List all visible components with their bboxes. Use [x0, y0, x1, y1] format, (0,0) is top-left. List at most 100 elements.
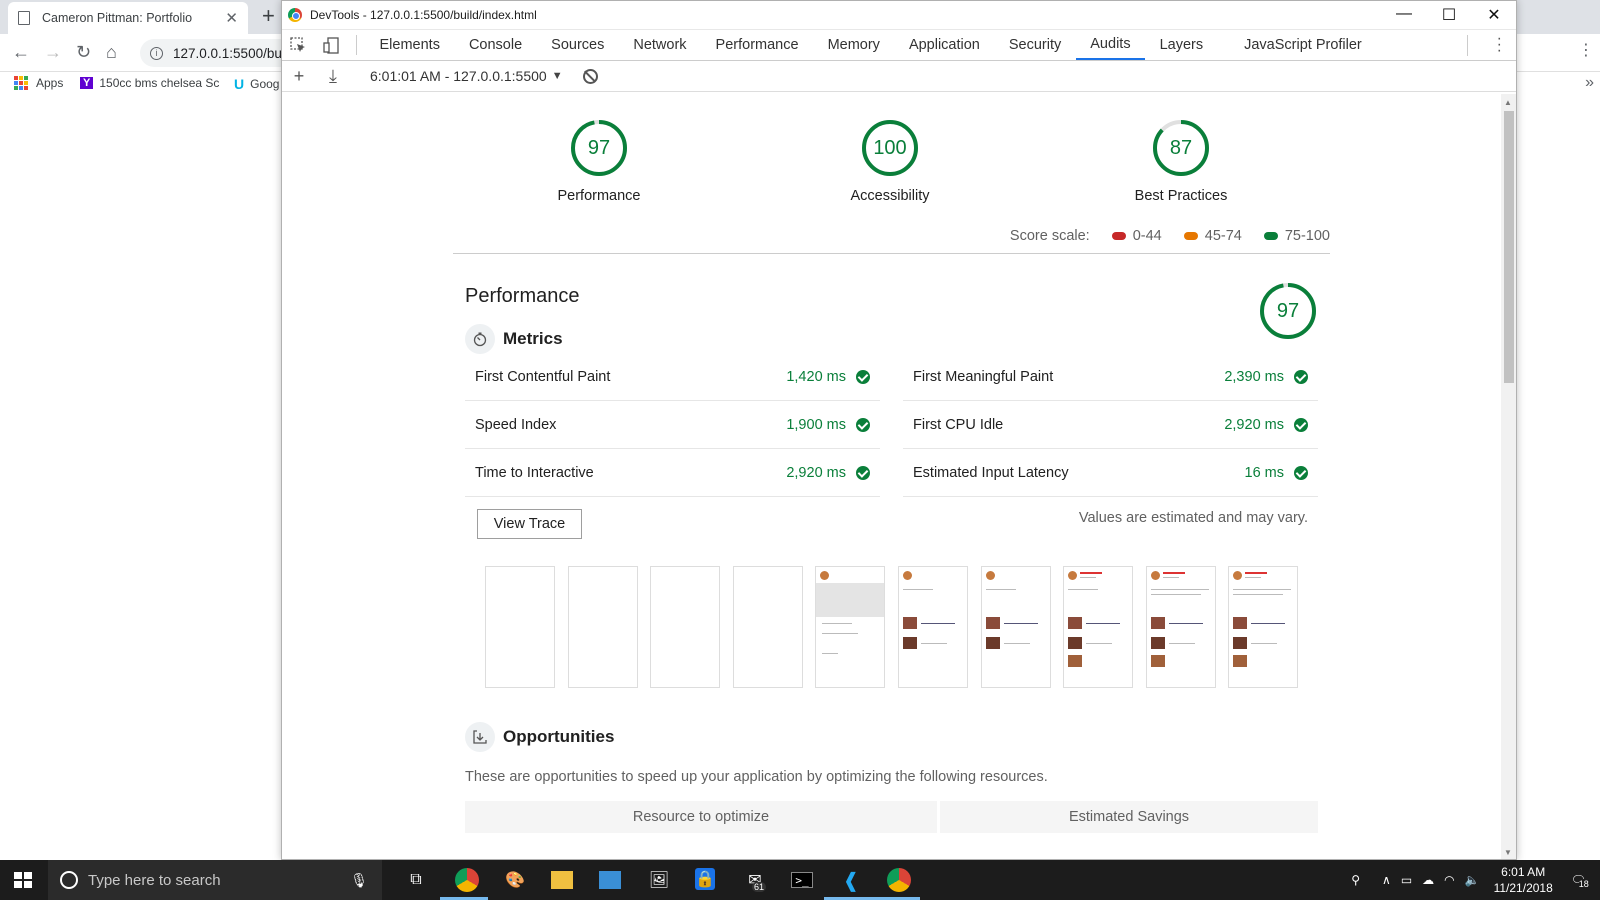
gauge-score: 97: [587, 136, 611, 159]
new-audit-icon[interactable]: +: [282, 66, 316, 87]
tab-memory[interactable]: Memory: [813, 30, 894, 60]
report-scrollbar[interactable]: ▲ ▼: [1501, 94, 1516, 859]
tab-sources[interactable]: Sources: [537, 30, 619, 60]
bookmark-label: 150cc bms chelsea Sc: [99, 76, 220, 90]
scale-fail: 0-44: [1111, 228, 1162, 244]
app-icon[interactable]: [599, 871, 621, 889]
chrome-taskbar-icon-active[interactable]: [887, 868, 911, 892]
filmstrip-frame: [650, 566, 721, 688]
frame-avatar: [820, 571, 830, 580]
action-center-icon[interactable]: 🗨18: [1571, 873, 1589, 889]
system-tray: ⚲ ∧ ▭ ☁ ◠ 🔈 6:01 AM 11/21/2018 🗨18: [1351, 860, 1600, 900]
frame-line: [1162, 577, 1179, 578]
frame-line: [1068, 589, 1099, 590]
yahoo-icon: Y: [80, 77, 94, 89]
tab-elements[interactable]: Elements: [365, 30, 454, 60]
scale-pass: 75-100: [1263, 228, 1330, 244]
home-icon[interactable]: ⌂: [106, 42, 117, 63]
onedrive-icon[interactable]: ☁: [1422, 873, 1434, 887]
clear-all-icon[interactable]: [582, 68, 598, 84]
view-trace-button[interactable]: View Trace: [477, 509, 582, 539]
scroll-thumb[interactable]: [1504, 111, 1514, 383]
tab-performance[interactable]: Performance: [701, 30, 813, 60]
tab-javascript-profiler[interactable]: JavaScript Profiler: [1230, 30, 1377, 60]
frame-line: [920, 623, 955, 624]
scale-range-label: 75-100: [1284, 228, 1330, 244]
taskbar-search[interactable]: Type here to search 🎙: [48, 860, 382, 900]
pass-check-icon: [1294, 417, 1308, 432]
frame-thumb: [1068, 655, 1083, 667]
maximize-icon[interactable]: ☐: [1439, 5, 1459, 25]
terminal-icon[interactable]: >_: [791, 872, 813, 888]
screenshot-icon[interactable]: 🖼: [647, 868, 671, 892]
more-options-icon[interactable]: · · ·: [1497, 31, 1502, 59]
frame-thumb: [1150, 637, 1165, 649]
browser-tab[interactable]: Cameron Pittman: Portfolio ✕: [8, 2, 248, 34]
gauge-accessibility[interactable]: 100 Accessibility: [790, 119, 990, 204]
reload-icon[interactable]: ↻: [76, 42, 91, 63]
close-tab-icon[interactable]: ✕: [225, 9, 238, 27]
tab-application[interactable]: Application: [894, 30, 994, 60]
pass-check-icon: [856, 417, 870, 432]
task-view-icon[interactable]: ⧉: [404, 868, 428, 892]
gauge-performance[interactable]: 97 Performance: [499, 119, 699, 204]
metric-row: Time to Interactive 2,920 ms: [465, 449, 880, 497]
pass-dot-icon: [1263, 232, 1278, 240]
store-icon[interactable]: 🔒: [695, 868, 715, 890]
frame-line: [1086, 623, 1121, 624]
tab-network[interactable]: Network: [619, 30, 701, 60]
inspect-element-icon[interactable]: [282, 30, 315, 60]
tab-console[interactable]: Console: [454, 30, 536, 60]
tab-audits[interactable]: Audits: [1075, 30, 1146, 60]
paint-icon[interactable]: 🎨: [503, 868, 527, 892]
scroll-down-icon[interactable]: ▼: [1504, 848, 1512, 857]
gauge-score: 87: [1169, 136, 1193, 159]
taskbar-clock[interactable]: 6:01 AM 11/21/2018: [1494, 864, 1553, 896]
menu-icon[interactable]: ⋮: [1578, 40, 1594, 60]
frame-line: [1251, 643, 1278, 644]
notification-count: 18: [1578, 879, 1589, 889]
frame-line: [1086, 643, 1113, 644]
info-icon[interactable]: i: [150, 46, 163, 60]
show-hidden-icons[interactable]: ∧: [1382, 873, 1391, 887]
devtools-window-title: DevTools - 127.0.0.1:5500/build/index.ht…: [310, 8, 537, 22]
battery-icon[interactable]: ▭: [1401, 873, 1412, 887]
close-window-icon[interactable]: ✕: [1484, 5, 1504, 25]
frame-avatar: [1233, 571, 1243, 580]
back-icon[interactable]: ←: [12, 42, 30, 63]
wifi-icon[interactable]: ◠: [1444, 873, 1454, 887]
microphone-icon[interactable]: 🎙: [350, 872, 368, 889]
more-bookmarks-icon[interactable]: »: [1585, 74, 1594, 92]
volume-icon[interactable]: 🔈: [1465, 873, 1480, 887]
report-selector[interactable]: 6:01:01 AM - 127.0.0.1:5500 ▼: [370, 68, 563, 84]
filmstrip-frame: [815, 566, 886, 688]
frame-title: [1080, 572, 1103, 574]
frame-thumb: [1233, 655, 1248, 667]
people-icon[interactable]: ⚲: [1351, 873, 1360, 887]
metric-name: Time to Interactive: [475, 464, 594, 481]
minimize-icon[interactable]: —: [1394, 5, 1414, 23]
tab-security[interactable]: Security: [994, 30, 1075, 60]
filmstrip-frame: [1063, 566, 1134, 688]
tab-layers[interactable]: Layers: [1145, 30, 1218, 60]
new-tab-button[interactable]: +: [262, 3, 275, 29]
chrome-taskbar-icon[interactable]: [455, 868, 479, 892]
gauge-best-practices[interactable]: 87 Best Practices: [1081, 119, 1281, 204]
bookmark-yahoo[interactable]: Y 150cc bms chelsea Sc: [80, 76, 219, 90]
report-selector-value: 6:01:01 AM - 127.0.0.1:5500: [370, 68, 547, 84]
frame-line: [985, 589, 1016, 590]
bookmark-apps[interactable]: Apps: [14, 76, 63, 90]
frame-line: [1150, 594, 1201, 595]
filmstrip-frame: [897, 566, 968, 688]
download-report-icon[interactable]: ⤓: [316, 66, 350, 87]
bookmark-udacity[interactable]: U Goog: [234, 76, 279, 92]
device-toolbar-icon[interactable]: [315, 30, 348, 60]
frame-line: [1150, 589, 1209, 590]
frame-line: [1245, 577, 1262, 578]
windows-start-icon[interactable]: [14, 872, 32, 888]
forward-icon[interactable]: →: [44, 42, 62, 63]
scroll-up-icon[interactable]: ▲: [1504, 98, 1512, 107]
vscode-icon[interactable]: ❰: [839, 868, 863, 892]
metric-value: 2,920 ms: [786, 464, 846, 481]
file-explorer-icon[interactable]: [551, 871, 573, 889]
